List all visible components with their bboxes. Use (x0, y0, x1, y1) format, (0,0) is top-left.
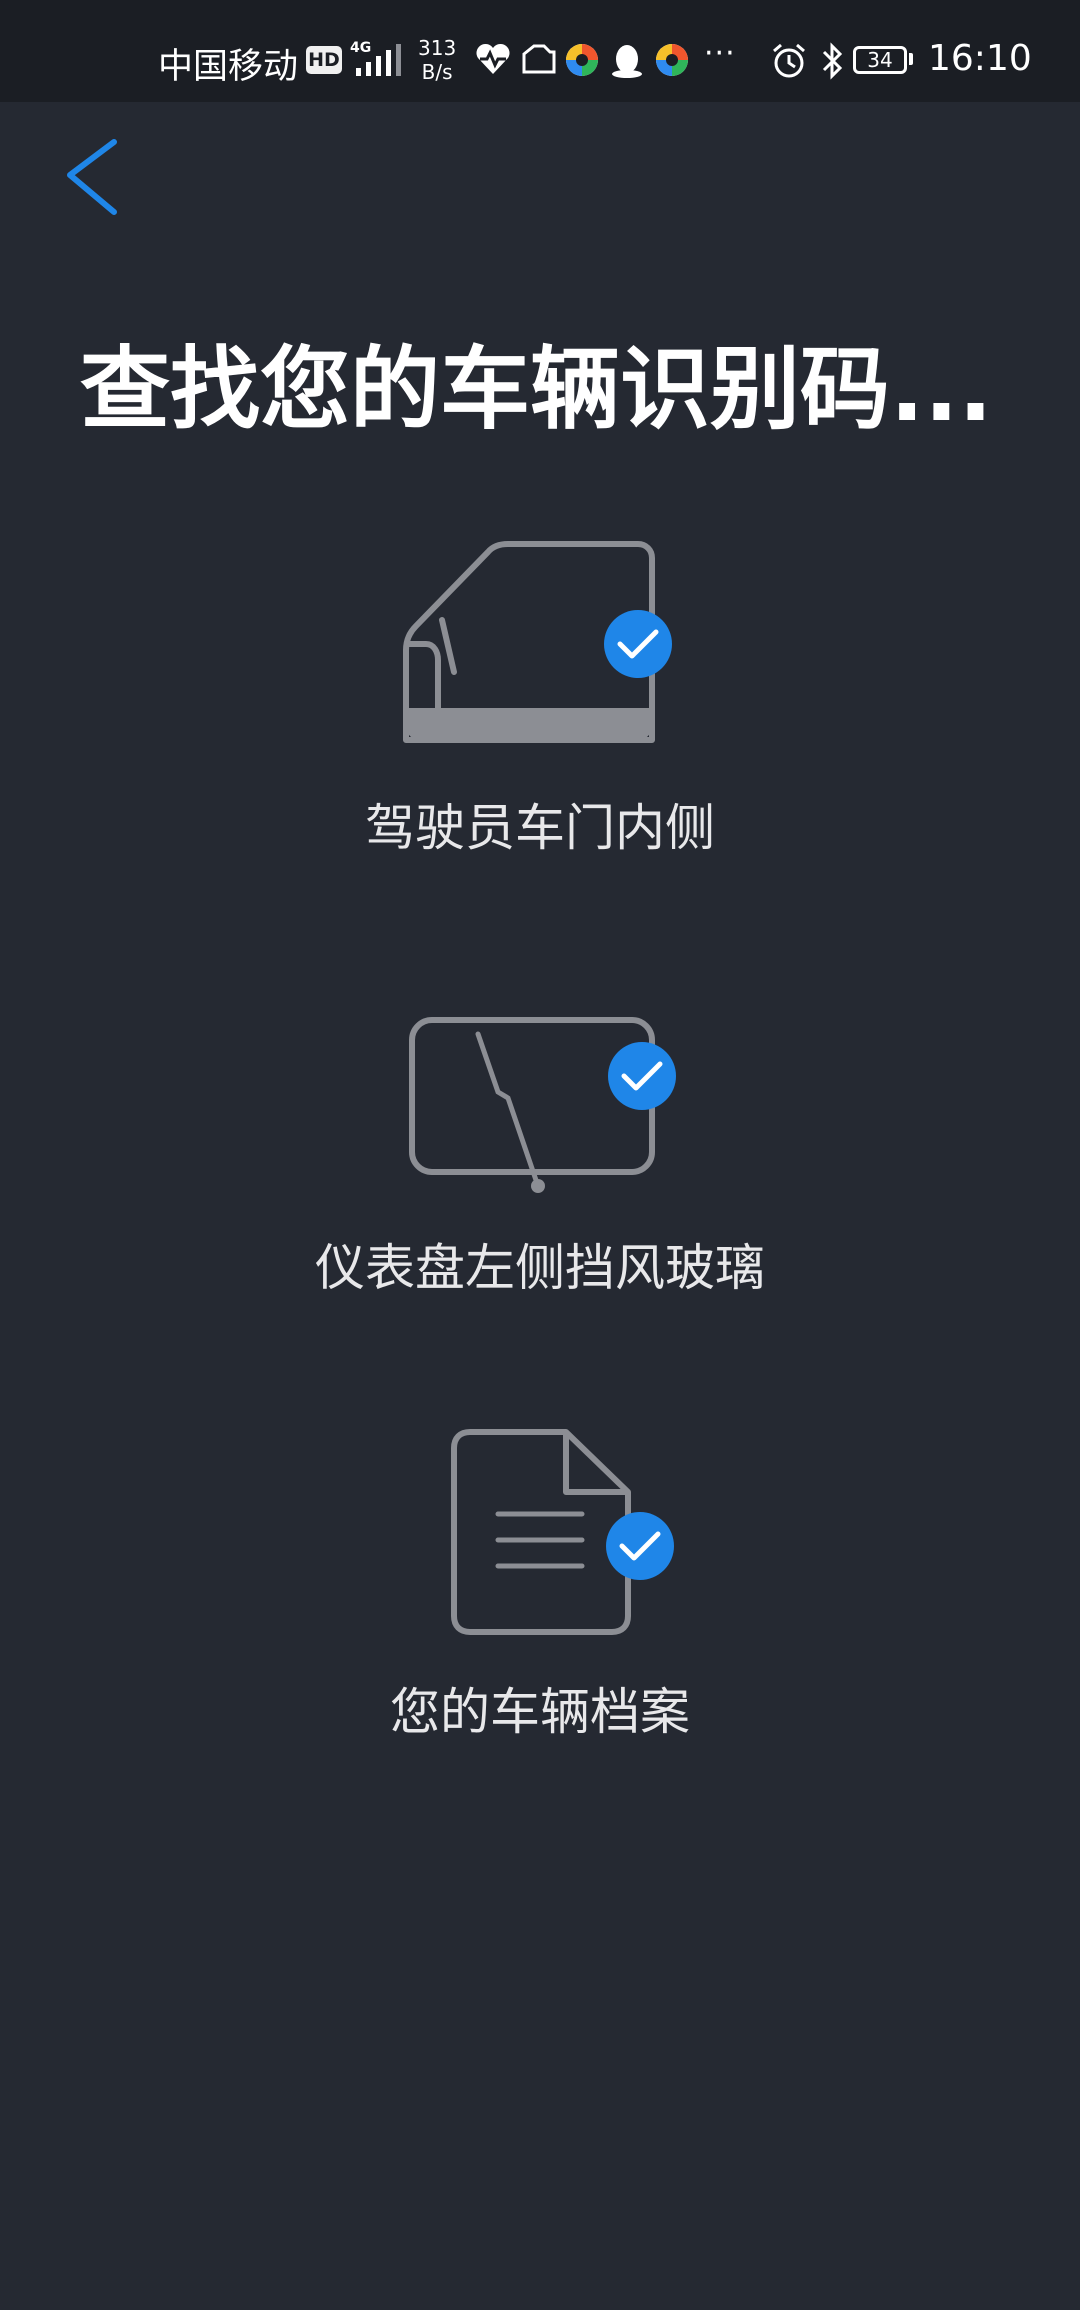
option-label: 仪表盘左侧挡风玻璃 (315, 1239, 765, 1297)
option-vehicle-documents[interactable]: 您的车辆档案 (0, 1420, 1080, 1750)
option-driver-door[interactable]: 驾驶员车门内侧 (0, 540, 1080, 870)
status-bar: 中国移动 HD 4G 313 B/s ··· 34 16:10 (0, 0, 1080, 102)
option-label: 您的车辆档案 (390, 1683, 690, 1741)
document-icon (451, 1429, 674, 1635)
battery-level: 34 (867, 48, 893, 72)
speed-unit: B/s (421, 60, 453, 84)
option-label: 驾驶员车门内侧 (365, 799, 715, 857)
windshield-icon (409, 1017, 676, 1193)
speed-value: 313 (418, 36, 457, 60)
more-notifications-icon: ··· (704, 36, 736, 71)
qq-icon (612, 45, 642, 78)
battery-cap (909, 53, 913, 65)
page-title: 查找您的车辆识别码... (80, 337, 993, 442)
network-speed: 313 B/s (418, 36, 456, 84)
files-icon (522, 44, 556, 74)
bluetooth-icon (822, 42, 843, 80)
health-icon (476, 43, 510, 74)
battery-icon: 34 (853, 46, 907, 74)
app-icon (656, 44, 688, 76)
carrier-name: 中国移动 (158, 47, 299, 87)
back-button[interactable] (50, 128, 130, 228)
app-icon (566, 44, 598, 76)
hd-badge: HD (306, 46, 342, 74)
chevron-left-icon (67, 139, 117, 215)
clock: 16:10 (928, 38, 1032, 79)
signal-icon (356, 44, 401, 76)
option-windshield[interactable]: 仪表盘左侧挡风玻璃 (0, 1010, 1080, 1310)
car-door-icon (403, 541, 672, 743)
alarm-icon (773, 43, 805, 78)
